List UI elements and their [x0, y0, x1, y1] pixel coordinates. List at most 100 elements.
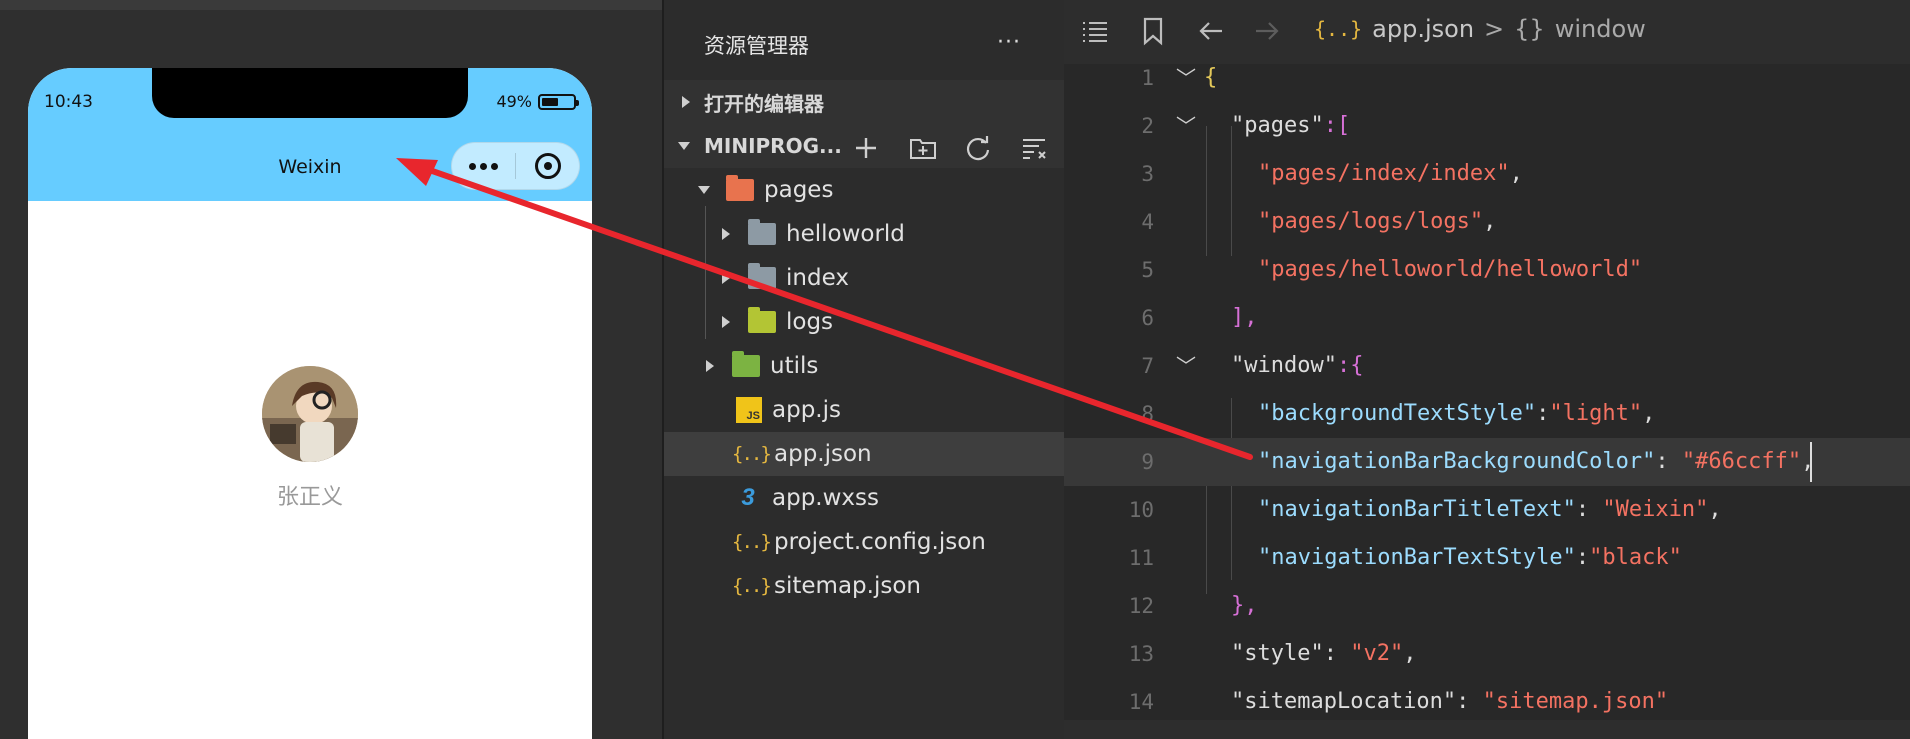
tree-item-helloworld[interactable]: helloworld	[664, 212, 1064, 256]
chevron-right-icon	[722, 228, 730, 240]
code-line: 8 "backgroundTextStyle":"light",	[1064, 390, 1910, 438]
code-token: },	[1231, 593, 1258, 618]
chevron-right-icon	[722, 272, 730, 284]
code-token: {	[1204, 65, 1218, 90]
fold-chevron-icon[interactable]: ﹀	[1176, 342, 1196, 390]
project-section[interactable]: MINIPROG...	[664, 124, 1064, 168]
code-line: 12 },	[1064, 582, 1910, 630]
forward-arrow-icon[interactable]	[1252, 16, 1282, 46]
tree-item-label: helloworld	[786, 221, 905, 247]
new-file-icon[interactable]	[852, 134, 880, 162]
code-token: :	[1456, 689, 1483, 714]
code-line: 4 "pages/logs/logs",	[1064, 198, 1910, 246]
tree-item-sitemap[interactable]: {..} sitemap.json	[664, 564, 1064, 608]
editor-bottom-edge	[1064, 720, 1910, 739]
battery-icon	[538, 93, 579, 110]
chevron-down-icon	[698, 186, 710, 194]
code-token: ,	[1642, 401, 1656, 426]
line-number: 4	[1141, 210, 1154, 234]
new-folder-icon[interactable]	[908, 134, 936, 162]
simulator-toolbar	[0, 0, 662, 10]
code-token: :{	[1336, 353, 1364, 378]
tree-item-app-js[interactable]: JS app.js	[664, 388, 1064, 432]
code-token: "backgroundTextStyle"	[1258, 401, 1537, 426]
menu-capsule	[451, 142, 580, 190]
username: 张正义	[276, 485, 343, 510]
line-number: 10	[1128, 498, 1154, 522]
back-arrow-icon[interactable]	[1196, 16, 1226, 46]
devtools-window: 10:43 49% Weixin 张正义 资源管理器 ··· 打开的编辑器 MI…	[0, 0, 1910, 739]
open-editors-label: 打开的编辑器	[704, 91, 824, 116]
line-number: 2	[1141, 114, 1154, 138]
avatar[interactable]	[262, 366, 358, 462]
code-token: "#66ccff"	[1681, 449, 1802, 474]
line-number: 6	[1141, 306, 1154, 330]
collapse-all-icon[interactable]	[1020, 134, 1048, 162]
code-token: :	[1536, 401, 1550, 426]
tree-item-label: project.config.json	[774, 529, 986, 555]
fold-chevron-icon[interactable]: ﹀	[1176, 102, 1196, 150]
code-token: ,	[1509, 161, 1523, 186]
chevron-right-icon	[706, 360, 714, 372]
code-token: :	[1655, 449, 1682, 474]
explorer-more-button[interactable]: ···	[997, 30, 1021, 55]
code-token: "pages/helloworld/helloworld"	[1258, 257, 1643, 282]
code-line-current: 9 "navigationBarBackgroundColor": "#66cc…	[1064, 438, 1910, 486]
project-name: MINIPROG...	[704, 134, 842, 158]
line-number: 5	[1141, 258, 1154, 282]
code-line: 11 "navigationBarTextStyle":"black"	[1064, 534, 1910, 582]
tree-item-label: index	[786, 265, 849, 291]
tree-item-utils[interactable]: utils	[664, 344, 1064, 388]
json-file-icon: {..}	[732, 443, 772, 465]
code-token: "black"	[1589, 545, 1682, 570]
code-token: "sitemap.json"	[1482, 689, 1669, 714]
code-line: 13 "style": "v2",	[1064, 630, 1910, 678]
status-time: 10:43	[44, 92, 93, 112]
tree-item-logs[interactable]: logs	[664, 300, 1064, 344]
logs-folder-icon	[748, 307, 776, 333]
tree-item-label: sitemap.json	[774, 573, 921, 599]
breadcrumb-file[interactable]: app.json	[1372, 15, 1474, 43]
code-line: 5 "pages/helloworld/helloworld"	[1064, 246, 1910, 294]
object-icon: {}	[1514, 15, 1545, 43]
breadcrumb-symbol[interactable]: window	[1555, 15, 1646, 43]
tree-item-app-json[interactable]: {..} app.json	[664, 432, 1064, 476]
bookmark-icon[interactable]	[1138, 16, 1168, 46]
simulator-panel: 10:43 49% Weixin 张正义	[0, 0, 662, 739]
tree-item-label: pages	[764, 177, 834, 203]
code-token: "sitemapLocation"	[1231, 689, 1457, 714]
code-token: "navigationBarTitleText"	[1258, 497, 1576, 522]
code-token: ,	[1403, 641, 1417, 666]
phone-notch	[152, 68, 468, 118]
code-token: :	[1575, 545, 1590, 570]
line-number: 9	[1141, 450, 1154, 474]
refresh-icon[interactable]	[964, 134, 992, 162]
outline-list-icon[interactable]	[1080, 16, 1110, 46]
code-line: 2 ﹀ "pages":[	[1064, 102, 1910, 150]
tree-item-label: app.json	[774, 441, 872, 467]
code-token: ,	[1801, 449, 1815, 474]
target-icon	[534, 153, 561, 179]
code-line: 1 ﹀ {	[1064, 54, 1910, 102]
code-token: "pages/index/index"	[1258, 161, 1510, 186]
code-line: 6 ],	[1064, 294, 1910, 342]
line-number: 13	[1128, 642, 1154, 666]
code-token: "v2"	[1350, 641, 1404, 666]
close-miniprogram-button[interactable]	[516, 143, 579, 189]
code-line: 7 ﹀ "window":{	[1064, 342, 1910, 390]
tree-item-project-config[interactable]: {..} project.config.json	[664, 520, 1064, 564]
tree-item-pages[interactable]: pages	[664, 168, 1064, 212]
text-cursor	[1810, 442, 1812, 482]
open-editors-section[interactable]: 打开的编辑器	[664, 80, 1064, 124]
tree-item-app-wxss[interactable]: 3 app.wxss	[664, 476, 1064, 520]
utils-folder-icon	[732, 351, 760, 377]
folder-icon	[748, 263, 776, 289]
fold-chevron-icon[interactable]: ﹀	[1176, 54, 1196, 102]
tree-item-index[interactable]: index	[664, 256, 1064, 300]
tree-item-label: app.js	[772, 397, 841, 423]
more-button[interactable]	[452, 143, 515, 189]
code-token: :[	[1323, 113, 1351, 138]
code-line: 10 "navigationBarTitleText": "Weixin",	[1064, 486, 1910, 534]
code-token: "style"	[1231, 641, 1324, 666]
code-line: 3 "pages/index/index",	[1064, 150, 1910, 198]
